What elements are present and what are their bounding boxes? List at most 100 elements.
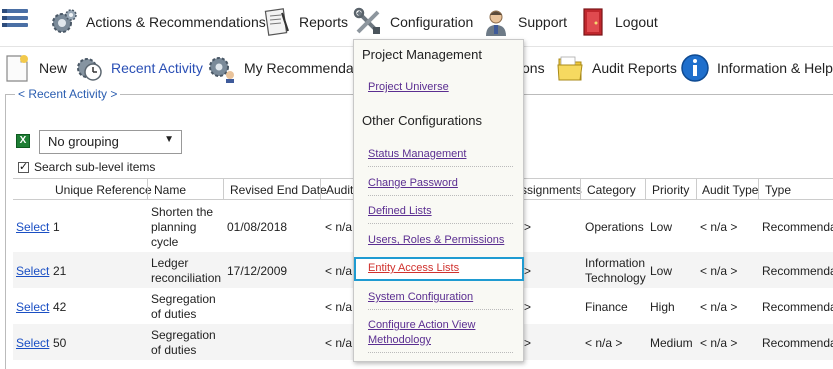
row-name-line: planning (151, 220, 197, 234)
column-header-unique-reference[interactable]: Unique Reference (55, 183, 152, 197)
hamburger-menu-icon[interactable] (2, 9, 28, 31)
menu-item-configure-action-view[interactable]: Configure Action View (368, 319, 475, 331)
nav-configuration[interactable]: Configuration (353, 4, 473, 40)
row-assignments: > (524, 336, 532, 350)
row-assignments: > (524, 264, 532, 278)
recent-activity-legend[interactable]: < Recent Activity > (15, 87, 121, 101)
hidden-toolbar-tail-label: ons (522, 60, 545, 76)
row-name-line: of duties (151, 307, 197, 321)
row-name-line: reconciliation (151, 271, 222, 285)
column-header-priority[interactable]: Priority (652, 183, 689, 197)
row-audit: < n/a (325, 264, 353, 278)
row-priority: Low (650, 220, 673, 234)
row-reference: 50 (53, 336, 67, 350)
my-recommendations-button[interactable]: My Recommendatio (207, 51, 369, 85)
select-link[interactable]: Select (16, 336, 49, 350)
nav-logout[interactable]: Logout (578, 4, 658, 40)
row-name-line: of duties (151, 343, 197, 357)
support-person-icon (486, 10, 506, 36)
row-priority: High (650, 300, 675, 314)
gear-person-icon (209, 57, 234, 83)
nav-logout-label: Logout (615, 14, 658, 30)
nav-support[interactable]: Support (481, 4, 567, 40)
row-category: Finance (585, 300, 628, 314)
row-name-line: Shorten the (151, 205, 214, 219)
row-audit-type: < n/a > (700, 220, 738, 234)
column-header-assignments[interactable]: ssignments (521, 183, 582, 197)
row-revised-end-date: 17/12/2009 (227, 264, 288, 278)
nav-reports-label: Reports (299, 14, 349, 30)
nav-configuration-label: Configuration (390, 14, 474, 30)
row-category: < n/a > (585, 336, 623, 350)
menu-divider (368, 223, 513, 224)
menu-item-entity-access-lists[interactable]: Entity Access Lists (368, 262, 459, 274)
info-icon (681, 54, 709, 82)
menu-item-project-universe[interactable]: Project Universe (368, 81, 449, 93)
row-name-line: Segregation (151, 328, 216, 342)
row-audit-type: < n/a > (700, 300, 738, 314)
audit-reports-button[interactable]: Audit Reports (555, 51, 677, 85)
recent-activity-label: Recent Activity (111, 60, 203, 76)
select-link[interactable]: Select (16, 264, 49, 278)
column-header-name[interactable]: Name (154, 183, 186, 197)
recent-activity-button[interactable]: Recent Activity (74, 51, 203, 85)
column-header-audit-type[interactable]: Audit Type (702, 183, 758, 197)
hidden-toolbar-item-tail[interactable]: ons (522, 51, 545, 85)
audit-reports-label: Audit Reports (592, 60, 677, 76)
nav-actions-recommendations[interactable]: Actions & Recommendations (49, 4, 266, 40)
select-link[interactable]: Select (16, 220, 49, 234)
column-header-type[interactable]: Type (765, 183, 791, 197)
menu-divider (368, 352, 513, 353)
row-name-line: Segregation (151, 292, 216, 306)
menu-item-system-configuration[interactable]: System Configuration (368, 291, 473, 303)
menu-item-change-password[interactable]: Change Password (368, 177, 458, 189)
row-assignments: > (524, 300, 532, 314)
menu-group-project-management: Project Management (362, 47, 482, 62)
menu-item-status-management[interactable]: Status Management (368, 148, 466, 160)
grouping-value: No grouping (48, 134, 119, 149)
folder-icon (557, 56, 583, 81)
menu-divider (368, 195, 513, 196)
gear-cluster-icon (52, 9, 77, 33)
row-priority: Low (650, 264, 673, 278)
new-document-icon (6, 55, 28, 82)
excel-export-icon[interactable]: X (16, 134, 30, 148)
configuration-dropdown-menu: Project Management Project Universe Othe… (353, 39, 524, 362)
menu-group-other-configurations: Other Configurations (362, 113, 482, 128)
menu-item-users-roles-permissions[interactable]: Users, Roles & Permissions (368, 234, 504, 246)
row-type: Recommendat (762, 264, 833, 278)
column-header-revised-end-date[interactable]: Revised End Date (230, 183, 327, 197)
checkbox-checked-icon[interactable] (18, 160, 29, 173)
row-reference: 21 (53, 264, 67, 278)
new-button[interactable]: New (2, 51, 67, 85)
nav-reports[interactable]: Reports (262, 4, 348, 40)
row-revised-end-date: 01/08/2018 (227, 220, 288, 234)
row-name-line: Ledger (151, 256, 189, 270)
information-help-button[interactable]: Information & Help (680, 51, 833, 85)
row-category-line: Information (585, 256, 646, 270)
row-audit: < n/a (325, 220, 353, 234)
row-name-line: cycle (151, 235, 179, 249)
search-sub-level-checkbox[interactable]: Search sub-level items (18, 160, 155, 174)
column-header-category[interactable]: Category (587, 183, 636, 197)
select-link[interactable]: Select (16, 300, 49, 314)
my-recommendations-label: My Recommendatio (244, 60, 369, 76)
grouping-select[interactable]: No grouping ▼ (39, 130, 182, 154)
row-reference: 42 (53, 300, 67, 314)
wrench-screwdriver-icon (353, 7, 380, 34)
nav-actions-label: Actions & Recommendations (86, 14, 266, 30)
menu-divider (368, 166, 513, 167)
column-header-audit[interactable]: Audit (326, 183, 353, 197)
row-type: Recommendat (762, 336, 833, 350)
menu-item-defined-lists[interactable]: Defined Lists (368, 205, 432, 217)
menu-divider (368, 309, 513, 310)
row-reference: 1 (53, 220, 60, 234)
row-assignments: > (524, 220, 532, 234)
row-audit: < n/a (325, 300, 353, 314)
menu-item-configure-action-view-cont[interactable]: Methodology (368, 334, 431, 346)
dropdown-arrow-icon: ▼ (164, 134, 174, 145)
row-category: Operations (585, 220, 644, 234)
row-category-line: Technology (585, 271, 646, 285)
top-navigation: Actions & Recommendations Reports Config… (0, 0, 833, 44)
nav-support-label: Support (518, 14, 568, 30)
